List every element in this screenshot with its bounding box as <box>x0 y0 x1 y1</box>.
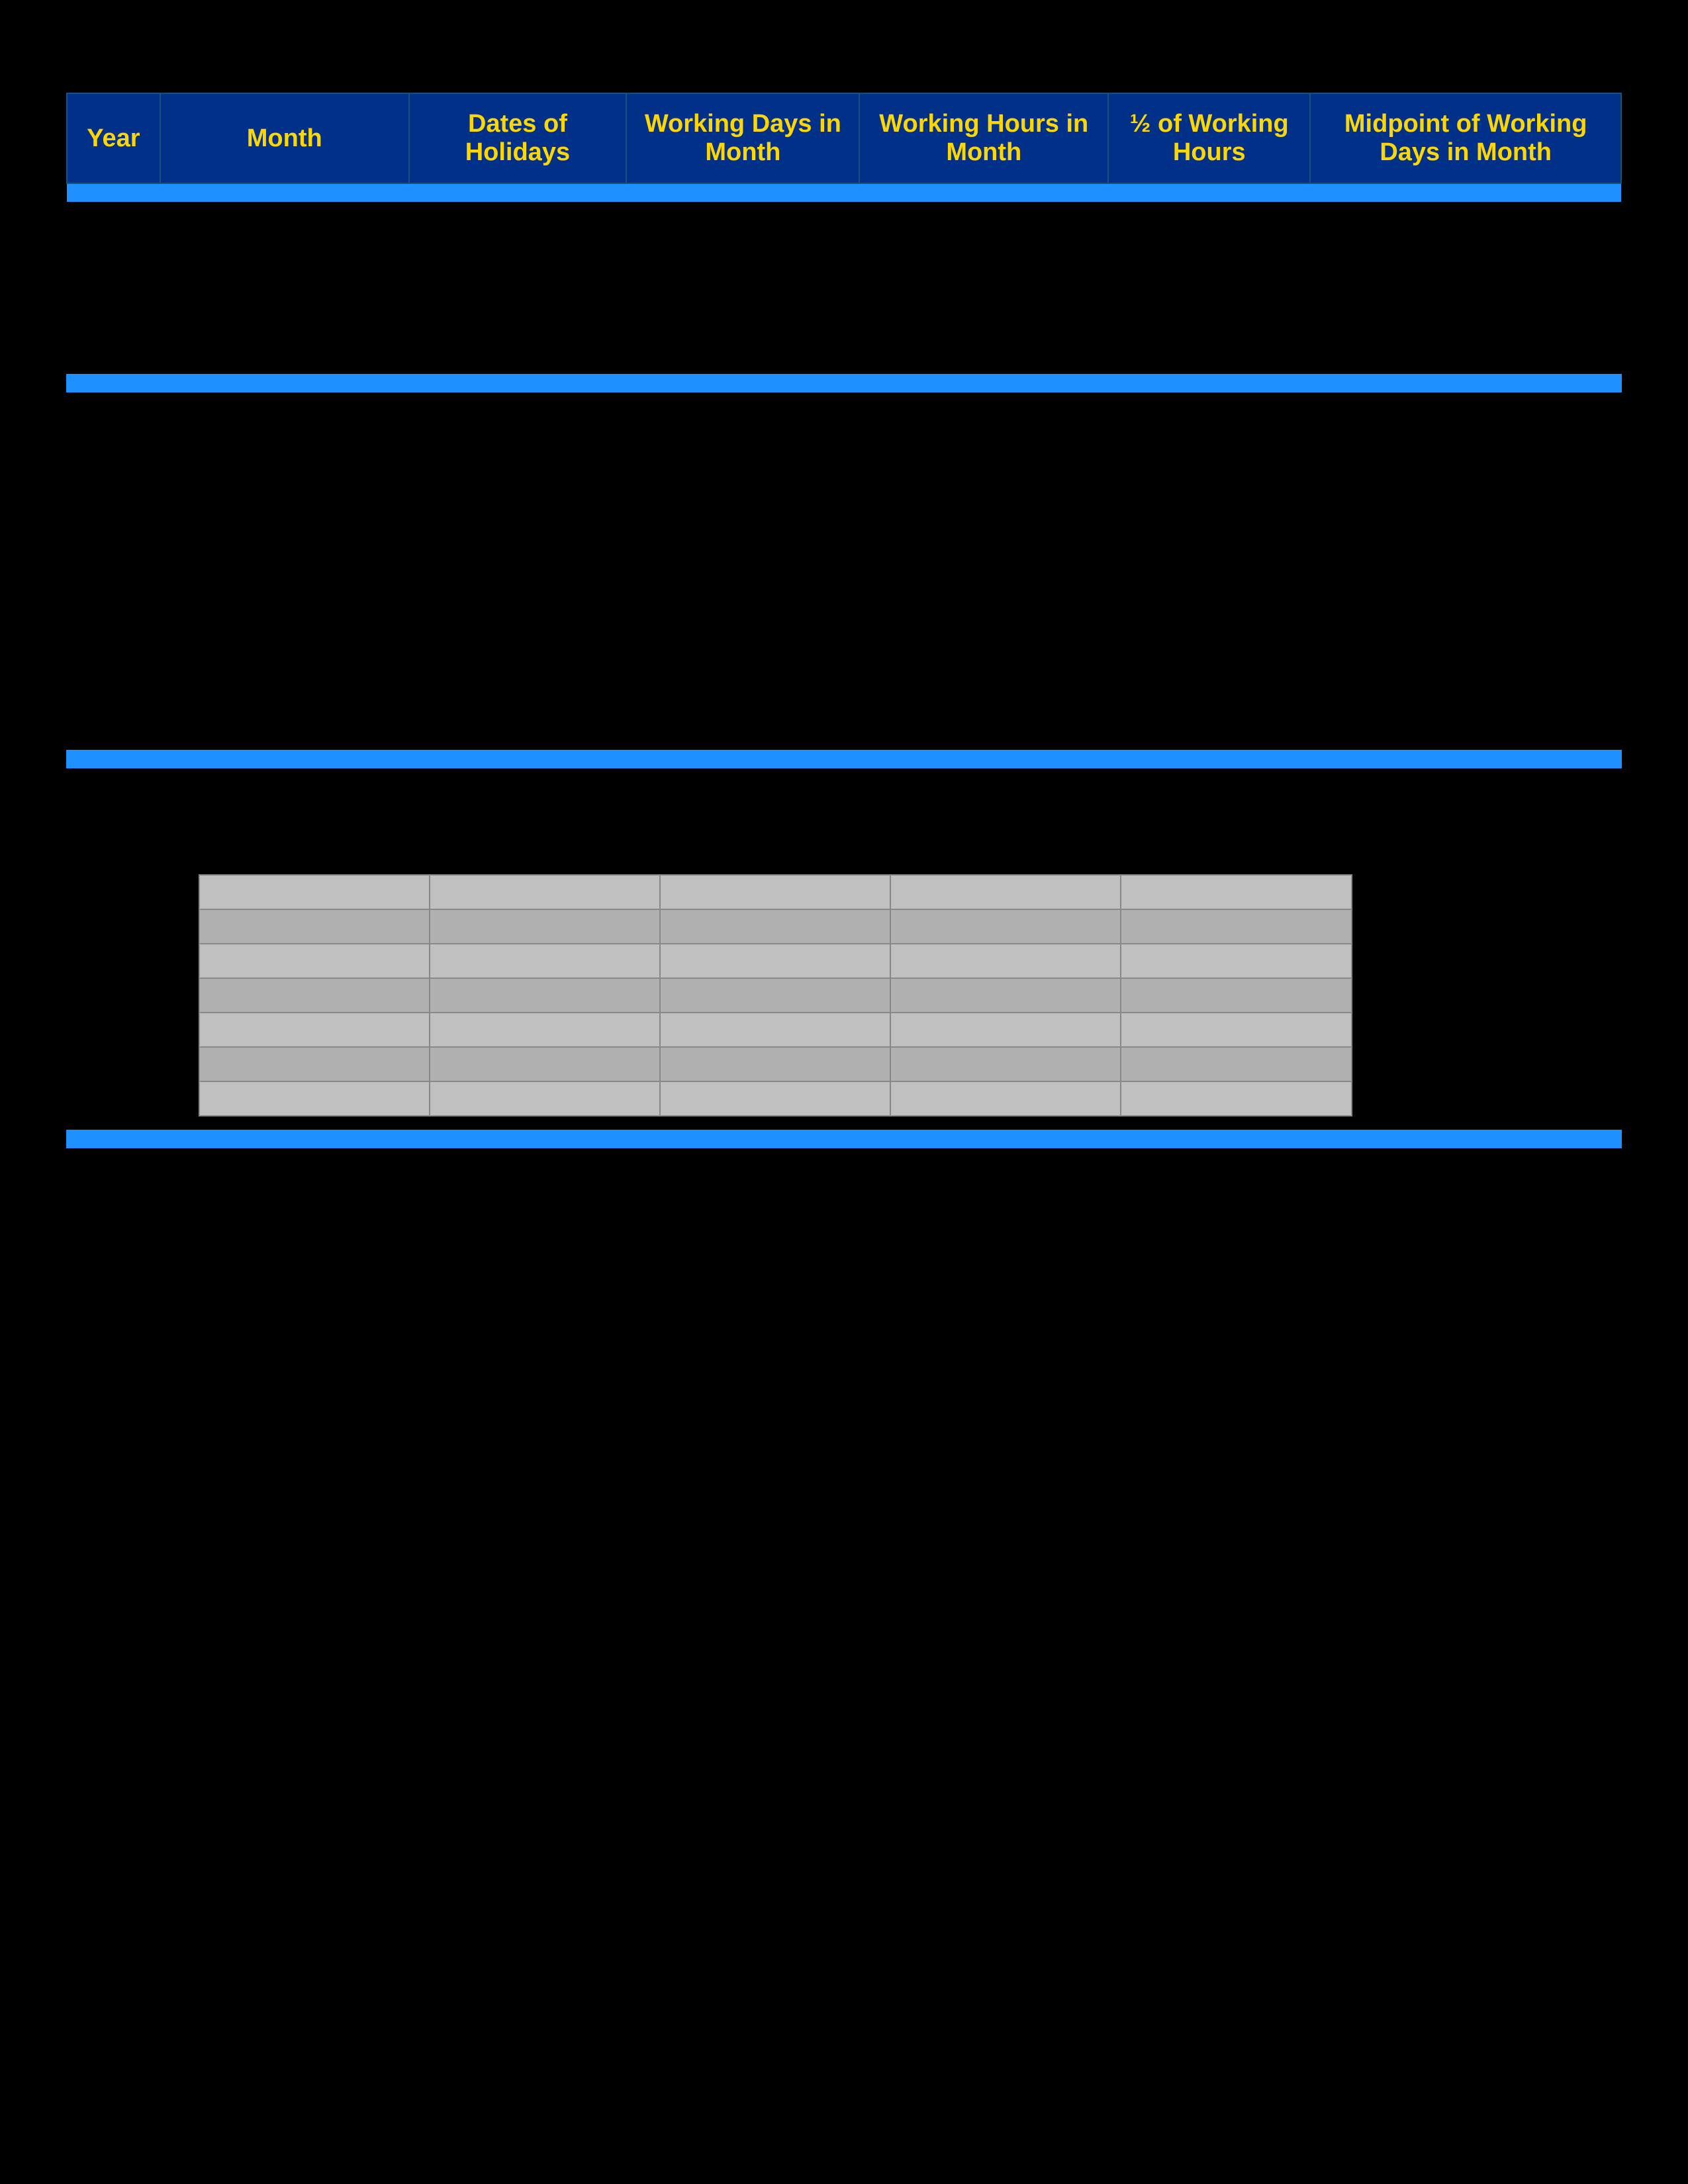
bottom-section <box>66 1148 1622 1347</box>
table-row <box>199 978 1352 1013</box>
table-row <box>199 1013 1352 1047</box>
col-working-hours: Working Hours in Month <box>859 93 1108 183</box>
data-table-wrapper <box>199 874 1556 1116</box>
table-row <box>199 944 1352 978</box>
content-area-3 <box>66 768 1622 1130</box>
col-working-days: Working Days in Month <box>626 93 859 183</box>
page-container: Year Month Dates of Holidays Working Day… <box>0 0 1688 2184</box>
header-blue-bar <box>67 183 1621 202</box>
table-row <box>199 1047 1352 1081</box>
content-area-2 <box>66 392 1622 710</box>
blue-divider-1 <box>66 374 1622 392</box>
table-row <box>199 909 1352 944</box>
col-midpoint: Midpoint of Working Days in Month <box>1310 93 1621 183</box>
table-row <box>199 875 1352 909</box>
content-area-1 <box>66 202 1622 334</box>
col-year: Year <box>67 93 160 183</box>
blue-divider-2 <box>66 750 1622 768</box>
table-row <box>199 1081 1352 1116</box>
col-month: Month <box>160 93 409 183</box>
main-table: Year Month Dates of Holidays Working Day… <box>66 93 1622 202</box>
table-header-row: Year Month Dates of Holidays Working Day… <box>67 93 1621 183</box>
col-half-hours: ½ of Working Hours <box>1108 93 1310 183</box>
data-table <box>199 874 1352 1116</box>
col-holidays: Dates of Holidays <box>409 93 627 183</box>
blue-divider-3 <box>66 1130 1622 1148</box>
